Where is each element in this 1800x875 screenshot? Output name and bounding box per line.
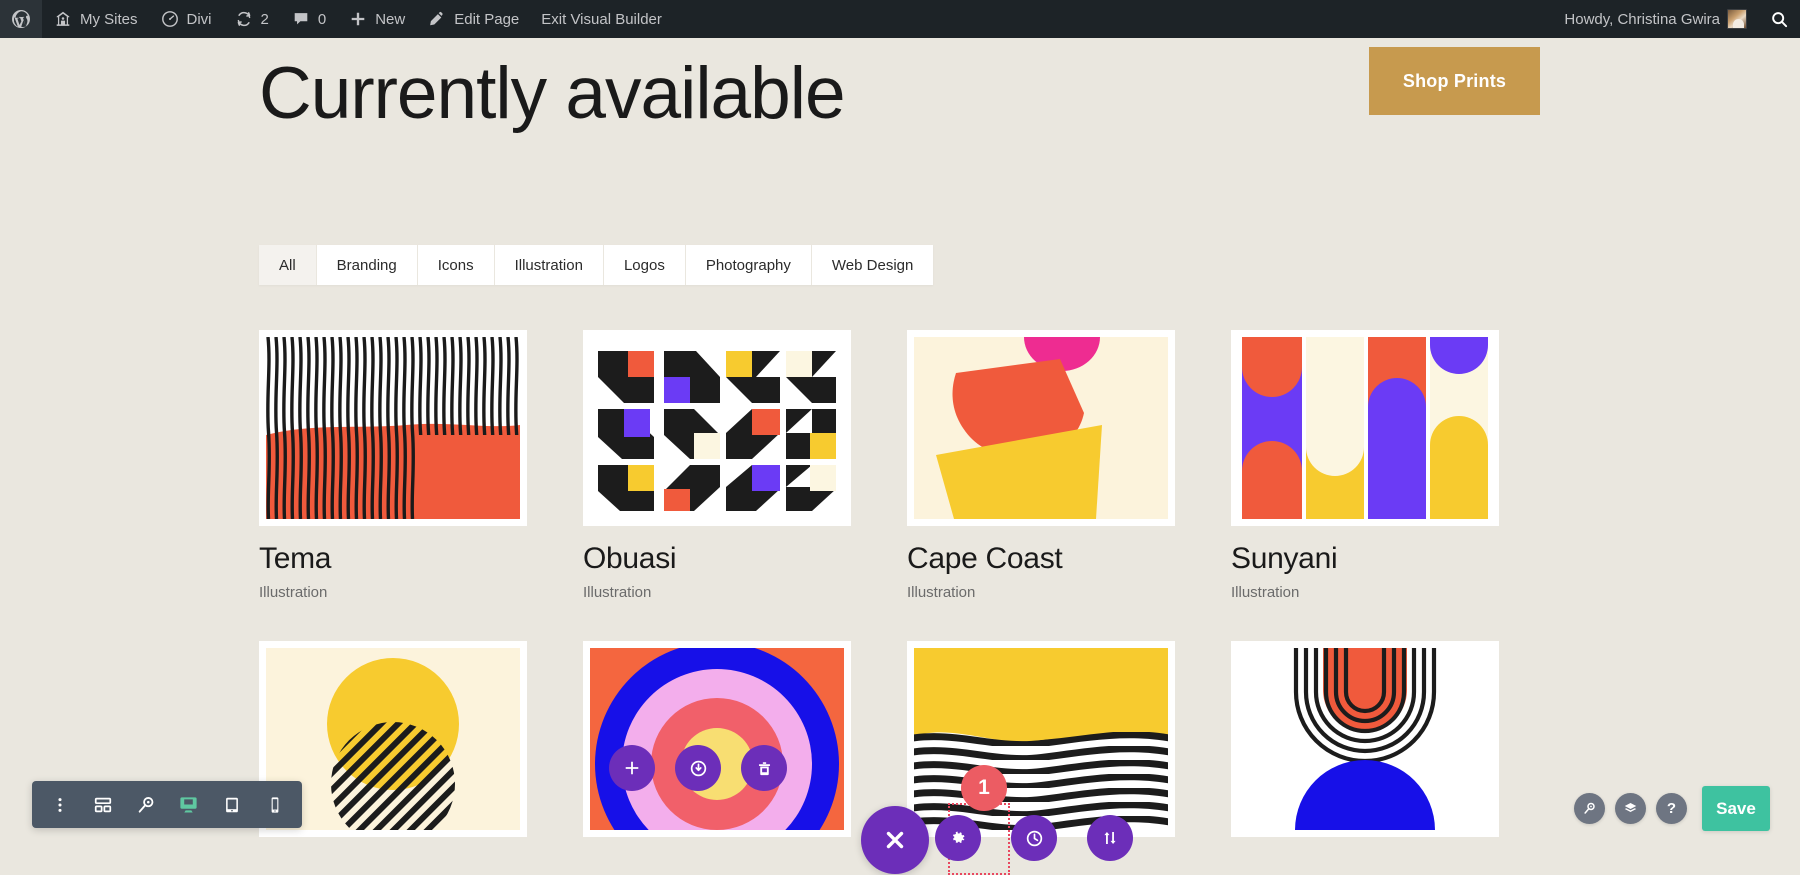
desktop-icon[interactable] (167, 781, 210, 828)
artwork-geometric-blocks (590, 337, 844, 519)
project-thumbnail[interactable] (259, 330, 527, 526)
filter-tab-all[interactable]: All (259, 245, 317, 285)
admin-bar-item-comments[interactable]: 0 (280, 0, 337, 38)
project-category: Illustration (259, 584, 328, 601)
zoom-icon[interactable] (1574, 793, 1605, 824)
artwork-orange-arcs-blue-dome (1238, 648, 1492, 830)
plus-icon (348, 9, 368, 29)
module-history-button[interactable] (1011, 815, 1057, 861)
project-card[interactable] (1231, 641, 1499, 853)
divi-icon (160, 9, 180, 29)
project-category: Illustration (907, 584, 976, 601)
admin-bar-item-updates[interactable]: 2 (223, 0, 280, 38)
project-grid-row: Tema Illustration Obuasi Illustration Ca… (259, 330, 1544, 601)
project-thumbnail[interactable] (583, 641, 851, 837)
admin-bar-label-exit-visual-builder: Exit Visual Builder (541, 10, 662, 28)
project-title[interactable]: Cape Coast (907, 542, 1175, 575)
page-content: Currently available Shop Prints All Bran… (0, 38, 1800, 875)
hero-section: Currently available Shop Prints (0, 38, 1800, 228)
admin-bar-item-my-sites[interactable]: My Sites (42, 0, 149, 38)
pencil-icon (427, 9, 447, 29)
admin-bar-item-exit-visual-builder[interactable]: Exit Visual Builder (530, 0, 673, 38)
filter-tab-illustration[interactable]: Illustration (494, 245, 604, 285)
project-thumbnail[interactable] (907, 641, 1175, 837)
artwork-yellow-wave-stripes (914, 648, 1168, 830)
admin-bar-label-comments-count: 0 (317, 10, 327, 28)
project-card[interactable]: Tema Illustration (259, 330, 527, 601)
avatar (1727, 9, 1747, 29)
admin-bar-label-my-sites: My Sites (80, 10, 138, 28)
divi-builder-toolbar (32, 781, 302, 828)
module-count-badge: 1 (961, 765, 1007, 811)
filter-tabs: All Branding Icons Illustration Logos Ph… (259, 245, 934, 285)
layers-icon[interactable] (1615, 793, 1646, 824)
admin-bar-item-divi[interactable]: Divi (149, 0, 223, 38)
admin-bar-label-edit-page: Edit Page (454, 10, 520, 28)
wordpress-logo-menu[interactable] (0, 0, 42, 38)
project-card[interactable]: Cape Coast Illustration (907, 330, 1175, 601)
admin-bar-item-new[interactable]: New (337, 0, 416, 38)
project-card[interactable] (583, 641, 851, 853)
admin-bar-label-divi: Divi (186, 10, 212, 28)
project-thumbnail[interactable] (583, 330, 851, 526)
admin-bar-account[interactable]: Howdy, Christina Gwira (1553, 0, 1758, 38)
wp-admin-bar: My Sites Divi 2 0 New Edit Page Exit Vis… (0, 0, 1800, 38)
project-card[interactable]: Sunyani Illustration (1231, 330, 1499, 601)
project-thumbnail[interactable] (1231, 330, 1499, 526)
updates-icon (234, 9, 254, 29)
admin-bar-item-edit-page[interactable]: Edit Page (416, 0, 530, 38)
filter-tab-photography[interactable]: Photography (685, 245, 812, 285)
project-thumbnail[interactable] (1231, 641, 1499, 837)
project-thumbnail[interactable] (907, 330, 1175, 526)
artwork-yellow-sun-hatched (266, 648, 520, 830)
project-card[interactable]: Obuasi Illustration (583, 330, 851, 601)
kebab-menu-icon[interactable] (38, 781, 81, 828)
artwork-wavy-stripes-orange (266, 337, 520, 519)
shop-prints-button[interactable]: Shop Prints (1369, 47, 1540, 115)
artwork-concentric-circles (590, 648, 844, 830)
project-title[interactable]: Sunyani (1231, 542, 1499, 575)
module-move-button[interactable] (1087, 815, 1133, 861)
page-title: Currently available (259, 53, 846, 134)
divi-builder-right-controls: ? Save (1574, 786, 1770, 831)
module-settings-button[interactable] (935, 815, 981, 861)
comments-icon (291, 9, 311, 29)
module-delete-button[interactable] (741, 745, 787, 791)
close-overlay-button[interactable] (861, 806, 929, 874)
project-category: Illustration (1231, 584, 1300, 601)
wordpress-icon (11, 9, 31, 29)
tablet-icon[interactable] (210, 781, 253, 828)
project-title[interactable]: Obuasi (583, 542, 851, 575)
sites-icon (53, 9, 73, 29)
admin-bar-search-button[interactable] (1758, 0, 1800, 38)
project-grid: Tema Illustration Obuasi Illustration Ca… (259, 330, 1544, 853)
artwork-stacked-bowls (914, 337, 1168, 519)
artwork-arch-columns (1238, 337, 1492, 519)
phone-icon[interactable] (253, 781, 296, 828)
filter-tab-logos[interactable]: Logos (603, 245, 686, 285)
module-duplicate-button[interactable] (675, 745, 721, 791)
wireframe-icon[interactable] (81, 781, 124, 828)
search-icon (1769, 9, 1789, 29)
filter-tab-branding[interactable]: Branding (316, 245, 418, 285)
admin-bar-howdy-label: Howdy, Christina Gwira (1564, 10, 1720, 28)
admin-bar-label-updates-count: 2 (260, 10, 269, 28)
project-title[interactable]: Tema (259, 542, 527, 575)
filter-tab-icons[interactable]: Icons (417, 245, 495, 285)
save-button[interactable]: Save (1702, 786, 1770, 831)
project-category: Illustration (583, 584, 652, 601)
zoom-icon[interactable] (124, 781, 167, 828)
admin-bar-label-new: New (375, 10, 406, 28)
help-icon[interactable]: ? (1656, 793, 1687, 824)
filter-tab-web-design[interactable]: Web Design (811, 245, 934, 285)
module-add-button[interactable] (609, 745, 655, 791)
